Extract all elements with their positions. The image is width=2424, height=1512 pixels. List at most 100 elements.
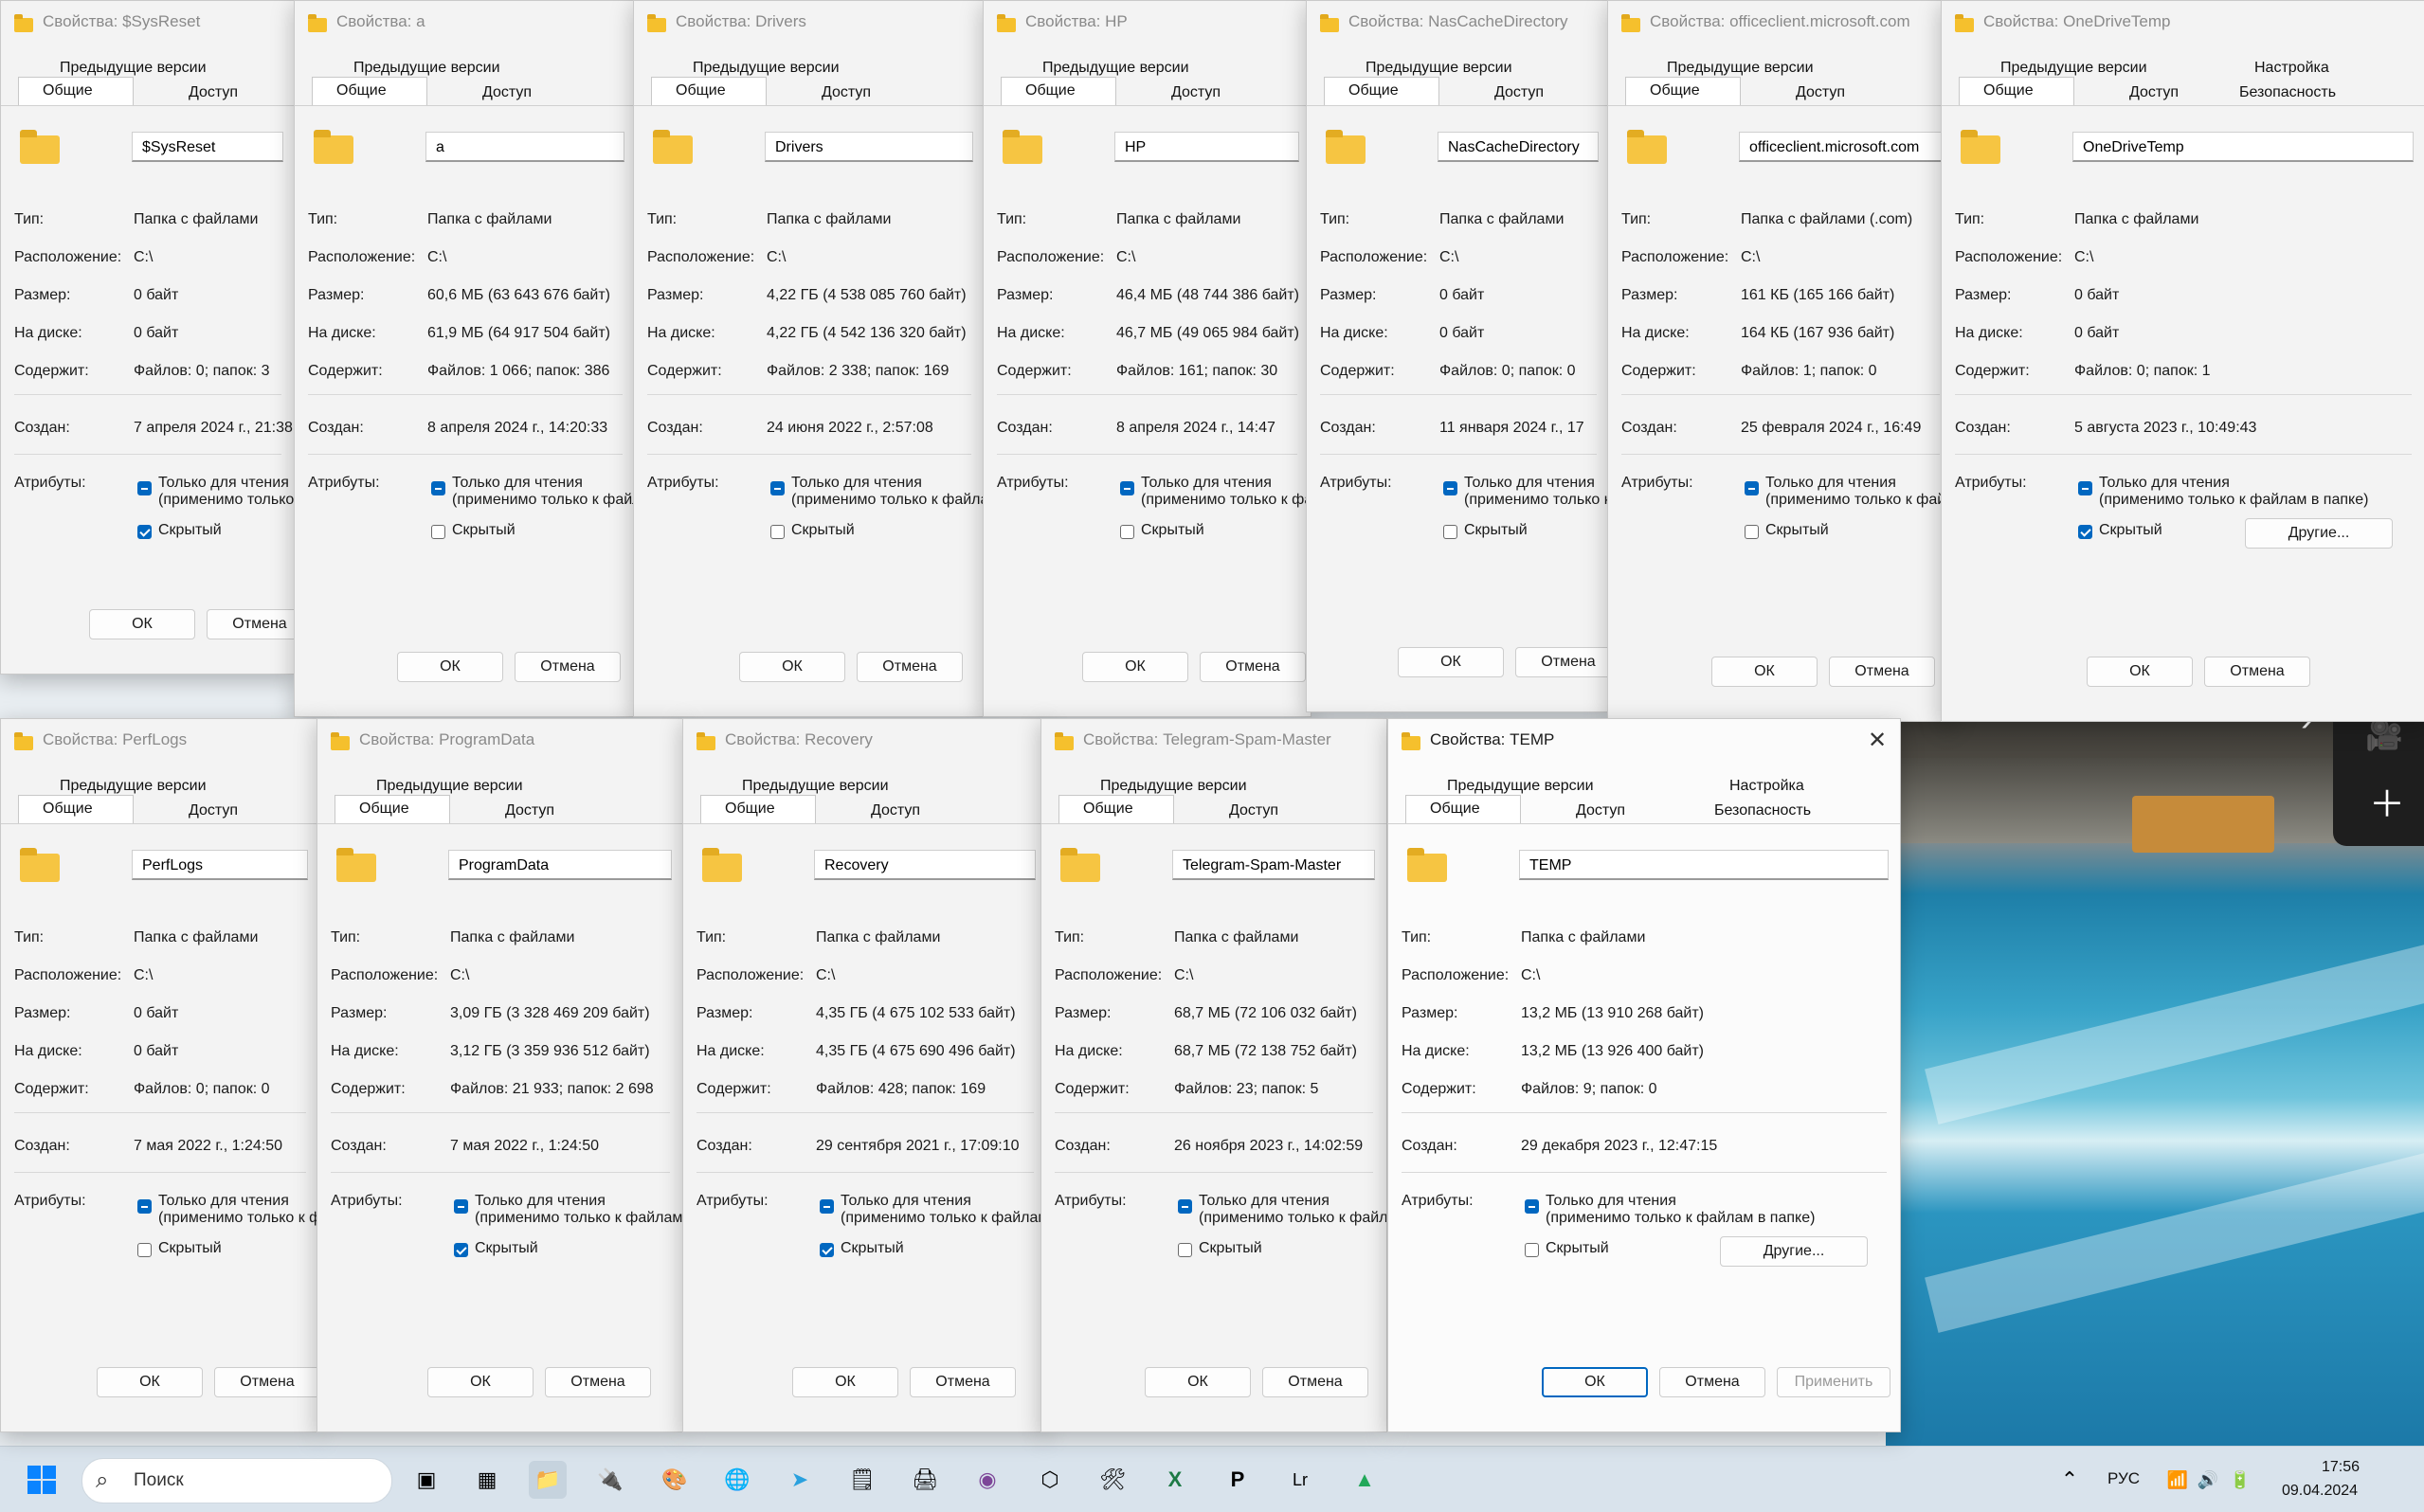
hidden-checkbox[interactable] [1443, 525, 1457, 539]
printer-icon[interactable]: 🖨 [906, 1461, 944, 1499]
readonly-checkbox[interactable] [1443, 481, 1457, 495]
tab-security[interactable]: Безопасность [1714, 802, 1811, 819]
cancel-button[interactable]: Отмена [1200, 652, 1306, 682]
ok-button[interactable]: ОК [97, 1367, 203, 1397]
p-app-icon[interactable]: P [1219, 1461, 1257, 1499]
tab-general[interactable]: Общие [1650, 82, 1700, 99]
ok-button[interactable]: ОК [1145, 1367, 1251, 1397]
hidden-checkbox[interactable] [2078, 525, 2092, 539]
tab-access[interactable]: Доступ [1796, 84, 1845, 101]
folder-name-input[interactable]: Telegram-Spam-Master [1172, 850, 1375, 880]
tab-general[interactable]: Общие [1430, 801, 1480, 818]
tab-general[interactable]: Общие [725, 801, 775, 818]
file-explorer-icon[interactable]: 📁 [529, 1461, 567, 1499]
other-attributes-button[interactable]: Другие... [1720, 1236, 1868, 1267]
hidden-checkbox[interactable] [1745, 525, 1759, 539]
close-icon[interactable]: ✕ [1868, 727, 1887, 754]
hidden-checkbox[interactable] [1178, 1243, 1192, 1257]
search-box[interactable]: ⌕ Поиск [81, 1458, 392, 1503]
tab-access[interactable]: Доступ [189, 84, 238, 101]
ok-button[interactable]: ОК [1082, 652, 1188, 682]
readonly-checkbox[interactable] [1525, 1199, 1539, 1214]
chrome-icon[interactable]: 🌐 [718, 1461, 756, 1499]
tab-previous-versions[interactable]: Предыдущие версии [1667, 60, 1814, 77]
folder-name-input[interactable]: officeclient.microsoft.com [1739, 132, 1942, 162]
tab-previous-versions[interactable]: Предыдущие версии [1100, 778, 1247, 795]
clock-time[interactable]: 17:56 [2322, 1459, 2360, 1476]
tab-access[interactable]: Доступ [505, 802, 554, 819]
ok-button[interactable]: ОК [397, 652, 503, 682]
cancel-button[interactable]: Отмена [1659, 1367, 1765, 1397]
folder-name-input[interactable]: Drivers [765, 132, 973, 162]
readonly-checkbox[interactable] [431, 481, 445, 495]
tor-icon[interactable]: ◉ [968, 1461, 1006, 1499]
ok-button[interactable]: ОК [1711, 657, 1818, 687]
readonly-checkbox[interactable] [1745, 481, 1759, 495]
hidden-checkbox[interactable] [1525, 1243, 1539, 1257]
tab-previous-versions[interactable]: Предыдущие версии [353, 60, 500, 77]
tab-previous-versions[interactable]: Предыдущие версии [2000, 60, 2147, 77]
tab-access[interactable]: Доступ [871, 802, 920, 819]
control-panel-icon[interactable]: 🛠 [1094, 1461, 1131, 1499]
cancel-button[interactable]: Отмена [515, 652, 621, 682]
tab-access[interactable]: Доступ [822, 84, 871, 101]
readonly-checkbox[interactable] [454, 1199, 468, 1214]
tab-access[interactable]: Доступ [1171, 84, 1221, 101]
hidden-checkbox[interactable] [137, 525, 152, 539]
tab-settings[interactable]: Настройка [1729, 778, 1804, 795]
apply-button[interactable]: Применить [1777, 1367, 1890, 1397]
tab-previous-versions[interactable]: Предыдущие версии [60, 778, 207, 795]
tab-general[interactable]: Общие [1025, 82, 1076, 99]
tab-access[interactable]: Доступ [1576, 802, 1625, 819]
cancel-button[interactable]: Отмена [1515, 647, 1610, 677]
telegram-icon[interactable]: ➤ [781, 1461, 819, 1499]
cancel-button[interactable]: Отмена [2204, 657, 2310, 687]
tab-settings[interactable]: Настройка [2254, 60, 2329, 77]
cancel-button[interactable]: Отмена [1829, 657, 1935, 687]
tab-previous-versions[interactable]: Предыдущие версии [1042, 60, 1189, 77]
readonly-checkbox[interactable] [2078, 481, 2092, 495]
battery-icon[interactable]: 🔋 [2221, 1461, 2259, 1499]
cancel-button[interactable]: Отмена [910, 1367, 1016, 1397]
cancel-button[interactable]: Отмена [1262, 1367, 1368, 1397]
ok-button[interactable]: ОК [427, 1367, 534, 1397]
excel-icon[interactable]: X [1156, 1461, 1194, 1499]
folder-name-input[interactable]: HP [1114, 132, 1299, 162]
folder-name-input[interactable]: TEMP [1519, 850, 1889, 880]
tab-general[interactable]: Общие [676, 82, 726, 99]
tab-general[interactable]: Общие [336, 82, 387, 99]
paint-icon[interactable]: 🎨 [656, 1461, 694, 1499]
folder-name-input[interactable]: OneDriveTemp [2072, 132, 2414, 162]
readonly-checkbox[interactable] [1178, 1199, 1192, 1214]
folder-name-input[interactable]: ProgramData [448, 850, 672, 880]
hidden-checkbox[interactable] [770, 525, 785, 539]
readonly-checkbox[interactable] [820, 1199, 834, 1214]
readonly-checkbox[interactable] [1120, 481, 1134, 495]
task-view-icon[interactable]: ▣ [407, 1461, 445, 1499]
hidden-checkbox[interactable] [820, 1243, 834, 1257]
tab-previous-versions[interactable]: Предыдущие версии [1447, 778, 1594, 795]
widgets-icon[interactable]: ▦ [468, 1461, 506, 1499]
folder-name-input[interactable]: NasCacheDirectory [1438, 132, 1599, 162]
ok-button[interactable]: ОК [89, 609, 195, 639]
tab-general[interactable]: Общие [43, 801, 93, 818]
tab-previous-versions[interactable]: Предыдущие версии [376, 778, 523, 795]
plus-icon[interactable]: ＋ [2369, 775, 2405, 827]
ok-button[interactable]: ОК [792, 1367, 898, 1397]
notepad-icon[interactable]: 🗒 [843, 1461, 881, 1499]
tab-general[interactable]: Общие [1348, 82, 1399, 99]
usb-icon[interactable]: 🔌 [591, 1461, 629, 1499]
tab-previous-versions[interactable]: Предыдущие версии [1366, 60, 1512, 77]
language-indicator[interactable]: РУС [2107, 1469, 2140, 1488]
folder-name-input[interactable]: a [425, 132, 624, 162]
start-icon[interactable] [23, 1461, 61, 1499]
tab-general[interactable]: Общие [1083, 801, 1133, 818]
tab-previous-versions[interactable]: Предыдущие версии [60, 60, 207, 77]
other-attributes-button[interactable]: Другие... [2245, 518, 2393, 549]
cancel-button[interactable]: Отмена [207, 609, 295, 639]
tab-access[interactable]: Доступ [2129, 84, 2179, 101]
3d-box-icon[interactable]: ⬡ [1031, 1461, 1069, 1499]
tab-access[interactable]: Доступ [482, 84, 532, 101]
folder-name-input[interactable]: Recovery [814, 850, 1036, 880]
ok-button[interactable]: ОК [1542, 1367, 1648, 1397]
